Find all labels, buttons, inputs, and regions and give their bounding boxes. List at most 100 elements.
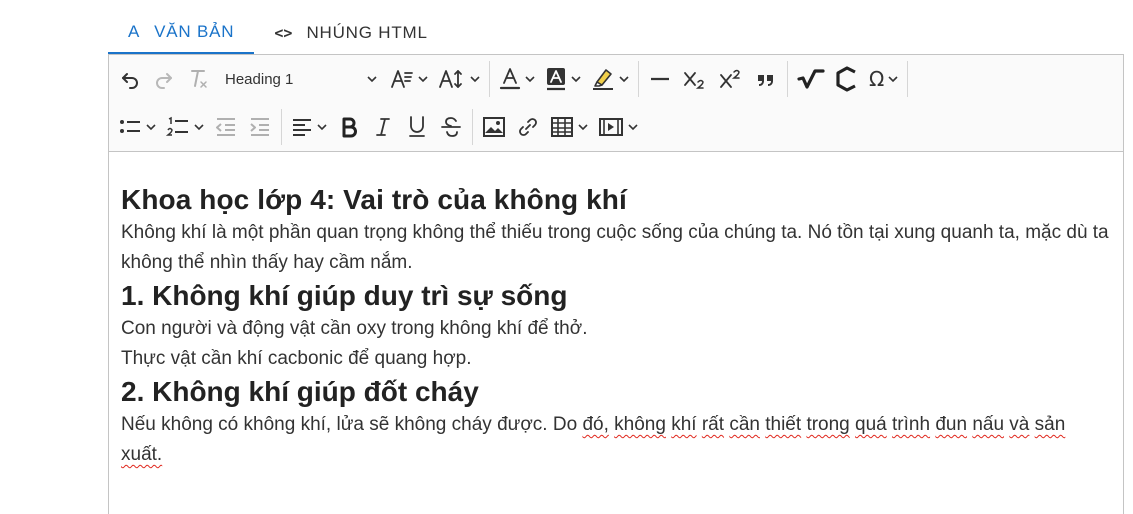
math-formula-icon [797, 69, 825, 89]
chevron-down-icon [317, 124, 327, 131]
undo-button[interactable] [113, 62, 147, 96]
chevron-down-icon [628, 124, 638, 131]
line-height-icon [439, 70, 462, 88]
chevron-down-icon [367, 76, 377, 83]
misspelled-word: đun [935, 414, 968, 435]
toolbar-row-2 [113, 103, 1119, 151]
toolbar-separator [787, 61, 788, 97]
link-button[interactable] [511, 110, 545, 144]
highlight-button[interactable] [586, 62, 634, 96]
chevron-down-icon [525, 76, 535, 83]
underline-icon [409, 116, 425, 137]
align-button[interactable] [286, 110, 332, 144]
misspelled-word: thiết [765, 414, 802, 435]
italic-button[interactable] [366, 110, 400, 144]
chemistry-formula-button[interactable] [830, 62, 864, 96]
editor-content[interactable]: Khoa học lớp 4: Vai trò của không khí Kh… [109, 152, 1123, 470]
tab-embed-html[interactable]: <> NHÚNG HTML [254, 12, 447, 54]
background-color-button[interactable] [540, 62, 586, 96]
remove-format-button[interactable] [181, 62, 215, 96]
chevron-down-icon [619, 76, 629, 83]
table-button[interactable] [545, 110, 593, 144]
remove-format-icon [191, 70, 207, 88]
section-2-text-start: Nếu không có không khí, lửa sẽ không chá… [121, 414, 583, 435]
editor-tabs: A VĂN BẢN <> NHÚNG HTML [108, 12, 448, 54]
heading-dropdown-value: Heading 1 [225, 70, 294, 88]
font-color-icon [499, 68, 521, 90]
outdent-icon [216, 118, 235, 136]
tab-embed-html-label: NHÚNG HTML [306, 23, 428, 42]
table-icon [551, 117, 573, 137]
misspelled-word: đó, [582, 414, 609, 435]
indent-button[interactable] [243, 110, 277, 144]
misspelled-word: trình [892, 414, 931, 435]
bulleted-list-icon [120, 120, 140, 133]
bold-icon [342, 117, 357, 138]
chevron-down-icon [888, 76, 898, 83]
superscript-button[interactable] [713, 62, 749, 96]
highlight-icon [593, 69, 613, 90]
toolbar-separator [281, 109, 282, 145]
misspelled-word: và [1009, 414, 1030, 435]
misspelled-word: xuất. [121, 444, 163, 465]
toolbar-separator [638, 61, 639, 97]
indent-icon [250, 118, 269, 136]
misspelled-word: quá [855, 414, 887, 435]
blockquote-button[interactable] [749, 62, 783, 96]
toolbar-separator [907, 61, 909, 97]
tab-text[interactable]: A VĂN BẢN [108, 12, 255, 54]
redo-icon [156, 73, 172, 89]
misspelled-word: rất [701, 414, 725, 435]
toolbar-separator [472, 109, 473, 145]
chevron-down-icon [194, 124, 204, 131]
misspelled-word: cần [729, 414, 760, 435]
section-1-heading: 1. Không khí giúp duy trì sự sống [121, 280, 568, 311]
chevron-down-icon [418, 76, 428, 83]
link-icon [519, 118, 537, 136]
document-title: Khoa học lớp 4: Vai trò của không khí [121, 184, 627, 215]
toolbar-row-1: Heading 1 Ω [113, 55, 1119, 103]
special-characters-button[interactable]: Ω [864, 62, 903, 96]
line-height-button[interactable] [433, 62, 485, 96]
rich-text-editor: Heading 1 Ω Khoa học lớp 4: Vai trò của … [108, 54, 1124, 514]
font-size-icon [391, 70, 413, 88]
undo-icon [122, 73, 138, 89]
horizontal-line-icon [651, 77, 669, 81]
special-characters-icon: Ω [869, 67, 885, 91]
math-formula-button[interactable] [792, 62, 830, 96]
heading-dropdown[interactable]: Heading 1 [215, 62, 385, 96]
image-button[interactable] [477, 110, 511, 144]
redo-button[interactable] [147, 62, 181, 96]
align-left-icon [293, 119, 311, 136]
editor-toolbar: Heading 1 Ω [109, 55, 1123, 152]
chevron-down-icon [470, 76, 480, 83]
font-color-button[interactable] [494, 62, 540, 96]
outdent-button[interactable] [209, 110, 243, 144]
tab-text-label: VĂN BẢN [154, 22, 235, 41]
strikethrough-button[interactable] [434, 110, 468, 144]
text-icon: A [128, 22, 141, 41]
media-embed-icon [599, 118, 623, 136]
superscript-icon [720, 69, 740, 88]
misspelled-word: trong [806, 414, 850, 435]
underline-button[interactable] [400, 110, 434, 144]
strikethrough-icon [441, 117, 461, 137]
section-2-heading: 2. Không khí giúp đốt cháy [121, 376, 479, 407]
section-2-paragraph: Nếu không có không khí, lửa sẽ không chá… [121, 410, 1111, 470]
image-icon [483, 117, 505, 137]
misspelled-word: sản [1034, 414, 1066, 435]
section-1-line-1: Con người và động vật cần oxy trong khôn… [121, 318, 588, 339]
misspelled-word: khí [671, 414, 697, 435]
numbered-list-button[interactable] [161, 110, 209, 144]
code-icon: <> [274, 24, 293, 42]
bulleted-list-button[interactable] [113, 110, 161, 144]
bold-button[interactable] [332, 110, 366, 144]
numbered-list-icon [166, 116, 188, 136]
subscript-button[interactable] [677, 62, 713, 96]
horizontal-line-button[interactable] [643, 62, 677, 96]
toolbar-separator [489, 61, 490, 97]
chevron-down-icon [146, 124, 156, 131]
media-embed-button[interactable] [593, 110, 643, 144]
font-size-button[interactable] [385, 62, 433, 96]
chevron-down-icon [571, 76, 581, 83]
